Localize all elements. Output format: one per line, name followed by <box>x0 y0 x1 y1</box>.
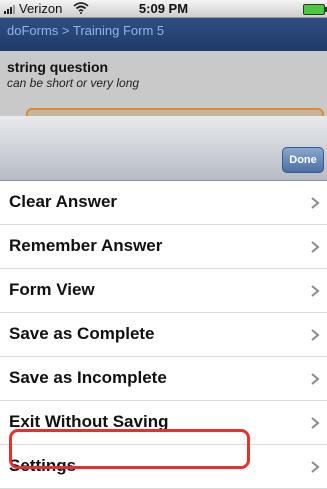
menu-item-clear-answer[interactable]: Clear Answer <box>0 181 327 225</box>
menu-item-label: Settings <box>9 456 77 475</box>
chevron-right-icon <box>311 373 320 385</box>
breadcrumb: doForms > Training Form 5 <box>7 23 165 38</box>
phone-screen: Verizon 5:09 PM doForms > Training Form … <box>0 0 327 489</box>
chevron-right-icon <box>311 197 320 209</box>
status-time: 5:09 PM <box>138 1 189 16</box>
done-button[interactable]: Done <box>282 147 324 173</box>
chevron-right-icon <box>311 417 320 429</box>
menu-item-save-complete[interactable]: Save as Complete <box>0 313 327 357</box>
menu-item-form-view[interactable]: Form View <box>0 269 327 313</box>
chevron-right-icon <box>311 329 320 341</box>
question-label: string question <box>7 59 109 75</box>
menu-item-save-incomplete[interactable]: Save as Incomplete <box>0 357 327 401</box>
menu-item-exit-without-saving[interactable]: Exit Without Saving <box>0 401 327 445</box>
menu-item-label: Save as Complete <box>9 324 155 343</box>
menu-item-settings[interactable]: Settings <box>0 445 327 489</box>
question-area: string question can be short or very lon… <box>0 51 327 128</box>
menu-item-label: Form View <box>9 280 95 299</box>
menu-item-label: Remember Answer <box>9 236 163 255</box>
status-bar: Verizon 5:09 PM <box>0 0 327 18</box>
chevron-right-icon <box>311 241 320 253</box>
menu-item-label: Clear Answer <box>9 192 118 211</box>
battery-icon <box>303 4 327 15</box>
nav-bar: doForms > Training Form 5 <box>0 18 327 51</box>
menu-list: Clear Answer Remember Answer Form View S… <box>0 181 327 489</box>
chevron-right-icon <box>311 461 320 473</box>
question-hint: can be short or very long <box>7 76 140 90</box>
menu-item-label: Save as Incomplete <box>9 368 167 387</box>
chevron-right-icon <box>311 285 320 297</box>
action-sheet-toolbar: Done <box>0 116 327 181</box>
menu-item-remember-answer[interactable]: Remember Answer <box>0 225 327 269</box>
menu-item-label: Exit Without Saving <box>9 412 169 431</box>
